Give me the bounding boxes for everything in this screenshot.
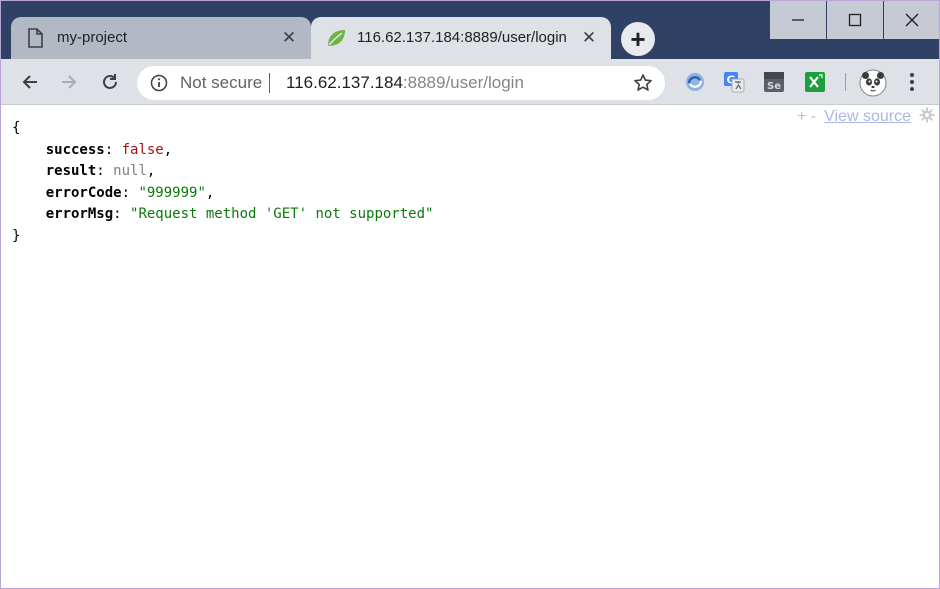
info-icon[interactable] [150,74,168,97]
json-viewer-controls: + - View source [797,106,935,128]
toolbar-divider [845,73,846,91]
arrow-right-icon [62,75,77,89]
bookmark-star-icon[interactable] [633,73,653,98]
security-status[interactable]: Not secure [180,73,262,93]
new-tab-button[interactable]: + [621,22,655,56]
json-key: result [45,163,97,179]
forward-button[interactable] [56,69,82,95]
tab-title: 116.62.137.184:8889/user/login [357,29,567,46]
url-host: 116.62.137.184 [286,73,403,92]
close-tab-icon[interactable]: ✕ [579,28,599,48]
minimize-icon [792,19,804,21]
selenium-icon[interactable]: Se [763,71,785,93]
json-body: { success: false, result: null, errorCod… [12,118,433,247]
page-content: + - View source { success: false, result… [1,106,939,588]
reload-button[interactable] [97,69,123,95]
google-translate-icon[interactable]: G [723,71,745,93]
tab-strip: my-project ✕ 116.62.137.184:8889/user/lo… [1,1,939,59]
json-key: success [45,141,105,158]
json-key: errorMsg [45,206,114,222]
address-bar[interactable]: Not secure 116.62.137.184:8889/user/logi… [137,66,665,100]
excel-icon[interactable] [804,71,826,93]
json-entry: errorMsg: "Request method 'GET' not supp… [45,206,434,222]
omnibox-divider [269,73,270,93]
json-entry: success: false, [45,141,173,158]
kebab-menu-icon[interactable] [906,71,918,93]
arrow-left-icon [22,75,37,89]
view-source-link[interactable]: View source [824,108,911,126]
json-close-brace: } [12,227,21,244]
tab-title: my-project [57,29,128,46]
panda-avatar-icon[interactable] [859,69,887,97]
json-key: errorCode [45,184,122,201]
expand-collapse-toggle[interactable]: + - [797,108,816,126]
maximize-button[interactable] [827,1,883,39]
json-open-brace: { [12,120,21,136]
page-icon [27,28,43,53]
spring-leaf-icon [325,27,347,54]
browser-toolbar: Not secure 116.62.137.184:8889/user/logi… [1,59,939,105]
browser-window: my-project ✕ 116.62.137.184:8889/user/lo… [0,0,940,589]
json-separator: , [163,141,173,158]
tab-my-project[interactable]: my-project ✕ [11,17,311,59]
edge-sync-icon[interactable] [684,71,706,93]
url-path: :8889/user/login [402,73,524,92]
json-value: "999999" [138,184,206,201]
close-tab-icon[interactable]: ✕ [279,28,299,48]
minimize-button[interactable] [770,1,826,39]
close-icon [905,13,918,27]
close-window-button[interactable] [884,1,939,39]
json-entry: result: null, [45,163,156,179]
maximize-icon [848,13,862,27]
json-entry: errorCode: "999999", [45,184,215,201]
json-separator: , [146,163,156,179]
json-separator: , [205,184,215,201]
json-value: null [113,163,147,179]
json-value: "Request method 'GET' not supported" [130,206,434,222]
svg-text:Se: Se [767,81,781,92]
tab-user-login[interactable]: 116.62.137.184:8889/user/login ✕ [311,17,611,59]
back-button[interactable] [17,69,43,95]
json-value: false [121,141,164,158]
reload-icon [103,74,117,89]
url-text[interactable]: 116.62.137.184:8889/user/login [286,73,524,93]
gear-icon[interactable] [919,107,935,128]
